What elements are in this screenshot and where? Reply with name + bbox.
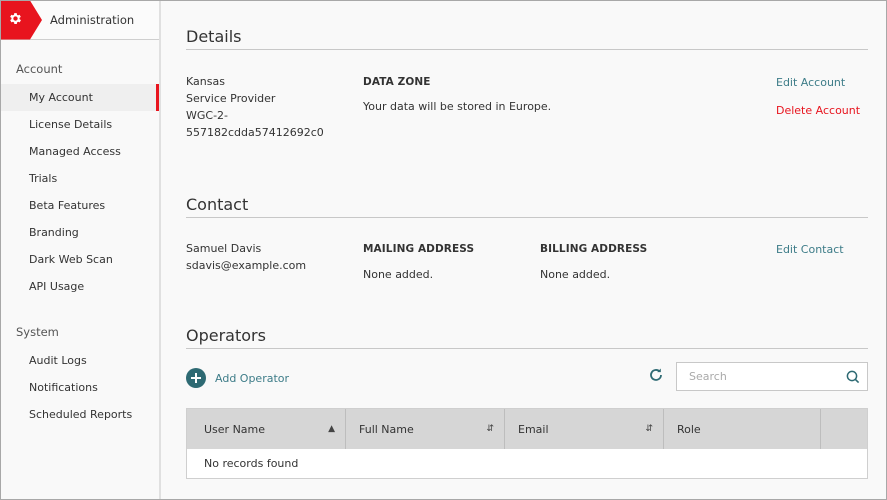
refresh-icon[interactable]	[648, 367, 664, 383]
table-header: User Name ▲ Full Name ⇵ Email ⇵ Role	[187, 409, 867, 449]
edit-account-link[interactable]: Edit Account	[776, 76, 845, 89]
sidebar-item-notifications[interactable]: Notifications	[1, 374, 159, 401]
main-content: Details Kansas Service Provider WGC-2- 5…	[163, 1, 886, 499]
sidebar-item-dark-web-scan[interactable]: Dark Web Scan	[1, 246, 159, 273]
column-label: Full Name	[359, 422, 414, 436]
gear-icon	[8, 11, 23, 29]
account-type: Service Provider	[186, 92, 276, 105]
add-operator-label: Add Operator	[215, 371, 290, 385]
mailing-address-value: None added.	[363, 268, 434, 281]
account-info: Kansas Service Provider WGC-2- 557182cdd…	[186, 73, 324, 141]
sidebar: Administration Account My Account Licens…	[1, 0, 161, 499]
brand-badge	[1, 0, 42, 40]
column-header-email[interactable]: Email ⇵	[505, 409, 664, 449]
sidebar-item-beta-features[interactable]: Beta Features	[1, 192, 159, 219]
sidebar-item-scheduled-reports[interactable]: Scheduled Reports	[1, 401, 159, 428]
contact-title: Contact	[186, 195, 868, 218]
column-header-actions	[821, 409, 867, 449]
search-icon[interactable]	[839, 370, 867, 384]
data-zone-label: DATA ZONE	[363, 76, 431, 88]
contact-email: sdavis@example.com	[186, 259, 307, 272]
sidebar-item-license-details[interactable]: License Details	[1, 111, 159, 138]
column-label: Role	[677, 422, 701, 436]
account-id-part2: 557182cdda57412692c0	[186, 126, 324, 139]
account-id-part1: WGC-2-	[186, 109, 229, 122]
search-input[interactable]	[677, 363, 839, 390]
billing-address-label: BILLING ADDRESS	[540, 243, 648, 255]
nav-group-account: Account	[16, 62, 63, 76]
sort-ascending-icon: ▲	[328, 424, 335, 434]
search-field	[676, 362, 868, 391]
sidebar-item-managed-access[interactable]: Managed Access	[1, 138, 159, 165]
operators-table: User Name ▲ Full Name ⇵ Email ⇵ Role No …	[186, 408, 868, 479]
column-header-role[interactable]: Role	[664, 409, 821, 449]
nav-group-system: System	[16, 325, 59, 339]
operators-title: Operators	[186, 326, 868, 349]
column-label: Email	[518, 422, 549, 436]
edit-contact-link[interactable]: Edit Contact	[776, 243, 844, 256]
delete-account-link[interactable]: Delete Account	[776, 104, 860, 117]
contact-name: Samuel Davis	[186, 242, 262, 255]
sort-both-icon: ⇵	[486, 424, 494, 434]
contact-info: Samuel Davis sdavis@example.com	[186, 240, 306, 274]
data-zone-text: Your data will be stored in Europe.	[363, 100, 552, 113]
sidebar-header: Administration	[1, 0, 159, 40]
sidebar-item-audit-logs[interactable]: Audit Logs	[1, 347, 159, 374]
details-title: Details	[186, 27, 868, 50]
add-operator-button[interactable]: Add Operator	[186, 368, 289, 388]
sidebar-item-my-account[interactable]: My Account	[1, 84, 159, 111]
account-name: Kansas	[186, 75, 225, 88]
sidebar-item-branding[interactable]: Branding	[1, 219, 159, 246]
plus-icon	[186, 368, 206, 388]
billing-address-value: None added.	[540, 268, 611, 281]
sort-both-icon: ⇵	[645, 424, 653, 434]
sidebar-item-api-usage[interactable]: API Usage	[1, 273, 159, 300]
empty-table-message: No records found	[204, 457, 299, 470]
column-header-user-name[interactable]: User Name ▲	[187, 409, 346, 449]
admin-title: Administration	[50, 13, 135, 27]
column-label: User Name	[204, 422, 266, 436]
column-header-full-name[interactable]: Full Name ⇵	[346, 409, 505, 449]
mailing-address-label: MAILING ADDRESS	[363, 243, 475, 255]
sidebar-item-trials[interactable]: Trials	[1, 165, 159, 192]
